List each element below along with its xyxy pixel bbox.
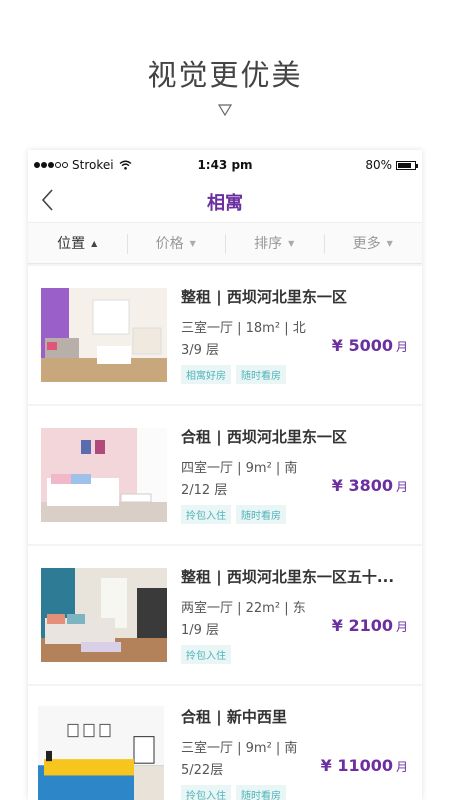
battery-percent: 80% [365, 158, 392, 172]
listing-tag: 随时看房 [236, 505, 286, 524]
phone-screen: Strokei 1:43 pm 80% 相寓 位置 ▲ 价格 ▼ 排序 ▼ 更多 ▼ 整租 |… [28, 150, 422, 800]
filter-tab[interactable]: 排序 ▼ [225, 223, 324, 263]
filter-bar: 位置 ▲ 价格 ▼ 排序 ▼ 更多 ▼ [28, 222, 422, 264]
listing-card[interactable]: 整租 | 西坝河北里东一区 三室一厅 | 18m² | 北 3/9 层 ¥ 5000 月… [28, 266, 422, 404]
filter-tab[interactable]: 价格 ▼ [126, 223, 226, 263]
listing-title: 整租 | 西坝河北里东一区 [181, 288, 347, 306]
listing-layout: 三室一厅 | 9m² | 南 [181, 741, 298, 756]
price-unit: 月 [395, 340, 408, 354]
filter-tab[interactable]: 位置 ▲ [28, 223, 127, 263]
listing-card[interactable]: 合租 | 西坝河北里东一区 四室一厅 | 9m² | 南 2/12 层 ¥ 3800 月… [28, 406, 422, 544]
listing-price: ¥ 5000 月 [332, 336, 408, 355]
nav-bar: 相寓 [28, 180, 422, 222]
promo-title: 视觉更优美 [147, 58, 303, 92]
filter-label: 更多 [352, 236, 381, 252]
filter-label: 位置 [57, 236, 86, 252]
price-value: ¥ 2100 [331, 616, 393, 635]
caret-down-icon: ▼ [189, 238, 196, 248]
listing-tags: 相寓好房 随时看房 [181, 365, 286, 384]
listing-tag: 随时看房 [236, 785, 286, 800]
listing-tag: 随时看房 [236, 365, 286, 384]
listing-title: 合租 | 西坝河北里东一区 [181, 428, 347, 446]
listing-photo [41, 568, 167, 662]
listing-layout: 四室一厅 | 9m² | 南 [181, 461, 298, 476]
listing-tags: 拎包入住 [181, 645, 231, 664]
listing-tag: 相寓好房 [181, 365, 231, 384]
listing-photo [41, 288, 167, 382]
listing-card[interactable]: 合租 | 新中西里 三室一厅 | 9m² | 南 5/22层 ¥ 11000 月拎包入住… [28, 686, 422, 800]
price-value: ¥ 3800 [331, 476, 393, 495]
listing-tag: 拎包入住 [181, 645, 231, 664]
price-value: ¥ 11000 [320, 756, 393, 775]
listing-list: 整租 | 西坝河北里东一区 三室一厅 | 18m² | 北 3/9 层 ¥ 5000 月… [28, 266, 422, 800]
caret-down-icon: ▼ [288, 238, 295, 248]
listing-layout: 三室一厅 | 18m² | 北 [181, 321, 306, 336]
listing-tags: 拎包入住 随时看房 [181, 505, 286, 524]
listing-layout: 两室一厅 | 22m² | 东 [181, 601, 306, 616]
listing-price: ¥ 11000 月 [321, 756, 408, 775]
listing-floor: 2/12 层 [181, 483, 228, 498]
listing-card[interactable]: 整租 | 西坝河北里东一区五十... 两室一厅 | 22m² | 东 1/9 层 ¥ … [28, 546, 422, 684]
caret-up-icon: ▲ [91, 238, 98, 248]
down-triangle-icon [218, 104, 232, 116]
listing-floor: 1/9 层 [181, 623, 220, 638]
status-bar: Strokei 1:43 pm 80% [28, 150, 422, 180]
status-time: 1:43 pm [197, 158, 253, 172]
listing-floor: 5/22层 [181, 763, 224, 778]
listing-photo [38, 706, 164, 800]
page-title: 相寓 [207, 193, 243, 214]
battery-icon [396, 160, 418, 170]
filter-tab[interactable]: 更多 ▼ [323, 223, 423, 263]
listing-tag: 拎包入住 [181, 505, 231, 524]
listing-price: ¥ 3800 月 [332, 476, 408, 495]
filter-label: 排序 [254, 236, 283, 252]
price-unit: 月 [395, 620, 408, 634]
price-unit: 月 [395, 760, 408, 774]
listing-price: ¥ 2100 月 [332, 616, 408, 635]
listing-tags: 拎包入住 随时看房 [181, 785, 286, 800]
listing-floor: 3/9 层 [181, 343, 220, 358]
listing-title: 整租 | 西坝河北里东一区五十... [181, 568, 395, 586]
price-unit: 月 [395, 480, 408, 494]
listing-title: 合租 | 新中西里 [181, 708, 287, 726]
listing-tag: 拎包入住 [181, 785, 231, 800]
filter-label: 价格 [155, 236, 184, 252]
caret-down-icon: ▼ [386, 238, 393, 248]
listing-photo [41, 428, 167, 522]
price-value: ¥ 5000 [331, 336, 393, 355]
